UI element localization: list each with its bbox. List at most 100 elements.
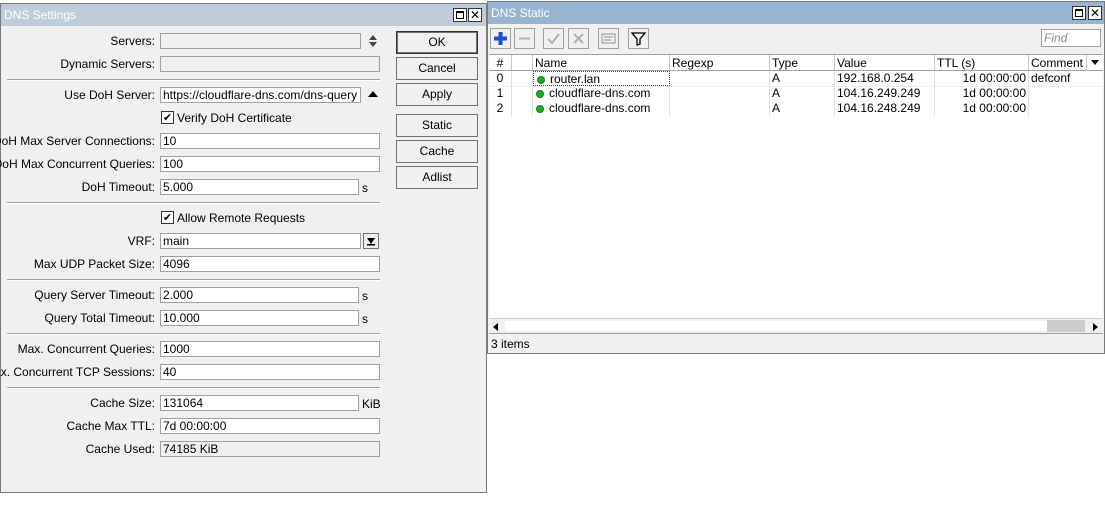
query-server-timeout-field[interactable]: 2.000 [160, 287, 359, 303]
enabled-status-icon [537, 76, 545, 84]
dropdown-arrow-icon[interactable] [363, 233, 379, 249]
dynamic-servers-label: Dynamic Servers: [60, 57, 155, 71]
row-number: 2 [489, 101, 512, 116]
maximize-icon[interactable] [453, 8, 467, 22]
max-concurrent-queries-label: Max. Concurrent Queries: [17, 342, 155, 356]
comment-icon[interactable] [598, 28, 619, 49]
doh-timeout-field[interactable]: 5.000 [160, 179, 359, 195]
scroll-right-icon[interactable] [1090, 321, 1100, 331]
doh-max-queries-field[interactable]: 100 [160, 156, 380, 172]
scroll-track[interactable] [505, 321, 1047, 331]
column-header-flags[interactable] [512, 55, 533, 71]
scroll-thumb[interactable] [1047, 320, 1085, 332]
row-value: 104.16.249.249 [835, 86, 935, 101]
table-row[interactable]: 0 router.lan A 192.168.0.254 1d 00:00:00… [489, 71, 1103, 87]
row-value: 192.168.0.254 [835, 71, 935, 86]
row-name: router.lan [533, 71, 670, 86]
doh-max-connections-label: DoH Max Server Connections: [0, 134, 155, 148]
ok-button[interactable]: OK [396, 31, 478, 54]
column-header-comment[interactable]: Comment [1029, 55, 1087, 71]
filter-icon[interactable] [628, 28, 649, 49]
horizontal-scrollbar[interactable] [489, 318, 1103, 333]
dns-settings-titlebar[interactable]: DNS Settings ✕ [1, 4, 486, 26]
dns-settings-window: DNS Settings ✕ Servers: Dynamic Servers:… [0, 3, 487, 493]
max-tcp-sessions-field[interactable]: 40 [160, 364, 380, 380]
close-icon[interactable]: ✕ [1088, 6, 1102, 20]
column-header-name[interactable]: Name [533, 55, 670, 71]
cache-button[interactable]: Cache [396, 140, 478, 163]
cancel-button[interactable]: Cancel [396, 57, 478, 80]
use-doh-field[interactable]: https://cloudflare-dns.com/dns-query [160, 87, 361, 103]
remove-icon[interactable] [514, 28, 535, 49]
row-number: 0 [489, 71, 512, 86]
separator [7, 202, 380, 204]
row-regexp [670, 71, 770, 86]
vrf-select[interactable]: main [160, 233, 361, 249]
max-tcp-sessions-label: Max. Concurrent TCP Sessions: [0, 365, 155, 379]
row-regexp [670, 101, 770, 116]
allow-remote-checkbox[interactable]: ✔ [161, 211, 174, 224]
cache-size-field[interactable]: 131064 [160, 395, 359, 411]
collapse-up-icon[interactable] [367, 87, 379, 103]
dns-static-title: DNS Static [491, 6, 550, 20]
separator [7, 279, 380, 281]
row-name: cloudflare-dns.com [533, 101, 670, 116]
dns-static-table: # Name Regexp Type Value TTL (s) Comment… [489, 54, 1103, 319]
doh-max-connections-field[interactable]: 10 [160, 133, 380, 149]
max-udp-field[interactable]: 4096 [160, 256, 380, 272]
query-total-timeout-field[interactable]: 10.000 [160, 310, 359, 326]
vrf-label: VRF: [127, 234, 155, 248]
servers-updown-icon[interactable] [367, 33, 379, 49]
table-row[interactable]: 1 cloudflare-dns.com A 104.16.249.249 1d… [489, 86, 1103, 101]
servers-field[interactable] [160, 33, 361, 49]
column-menu-icon[interactable] [1087, 55, 1103, 71]
enable-icon[interactable] [543, 28, 564, 49]
query-server-timeout-unit: s [362, 289, 368, 303]
query-total-timeout-unit: s [362, 312, 368, 326]
doh-max-queries-label: DoH Max Concurrent Queries: [0, 157, 155, 171]
max-concurrent-queries-field[interactable]: 1000 [160, 341, 380, 357]
row-type: A [770, 86, 835, 101]
column-header-ttl[interactable]: TTL (s) [935, 55, 1029, 71]
separator [7, 333, 380, 335]
find-input[interactable]: Find [1041, 29, 1101, 47]
row-type: A [770, 101, 835, 116]
column-header-value[interactable]: Value [835, 55, 935, 71]
row-ttl: 1d 00:00:00 [935, 101, 1029, 116]
doh-timeout-unit: s [362, 181, 368, 195]
verify-doh-checkbox[interactable]: ✔ [161, 111, 174, 124]
scroll-left-icon[interactable] [491, 321, 501, 331]
row-type: A [770, 71, 835, 86]
column-header-regexp[interactable]: Regexp [670, 55, 770, 71]
verify-doh-label: Verify DoH Certificate [177, 111, 292, 125]
enabled-status-icon [536, 105, 544, 113]
close-icon[interactable]: ✕ [468, 8, 482, 22]
column-header-type[interactable]: Type [770, 55, 835, 71]
separator [7, 387, 380, 389]
adlist-button[interactable]: Adlist [396, 166, 478, 189]
servers-label: Servers: [110, 34, 155, 48]
row-value: 104.16.248.249 [835, 101, 935, 116]
row-comment [1029, 101, 1103, 116]
use-doh-label: Use DoH Server: [64, 88, 155, 102]
dns-static-titlebar[interactable]: DNS Static ✕ [488, 2, 1104, 24]
column-header-number[interactable]: # [489, 55, 512, 71]
max-udp-label: Max UDP Packet Size: [33, 257, 155, 271]
row-name-text: cloudflare-dns.com [549, 86, 651, 100]
row-flags [512, 86, 533, 101]
allow-remote-label: Allow Remote Requests [177, 211, 306, 225]
add-icon[interactable] [490, 28, 511, 49]
row-name: cloudflare-dns.com [533, 86, 670, 101]
item-count: 3 items [491, 337, 530, 351]
disable-icon[interactable] [568, 28, 589, 49]
cache-size-unit: KiB [362, 397, 381, 411]
query-total-timeout-label: Query Total Timeout: [44, 311, 156, 325]
apply-button[interactable]: Apply [396, 83, 478, 106]
row-name-text: cloudflare-dns.com [549, 101, 651, 115]
dns-static-window: DNS Static ✕ Find # Name Regexp Type Val… [487, 1, 1105, 354]
table-row[interactable]: 2 cloudflare-dns.com A 104.16.248.249 1d… [489, 101, 1103, 116]
row-flags [512, 71, 533, 86]
maximize-icon[interactable] [1072, 6, 1086, 20]
cache-max-ttl-field[interactable]: 7d 00:00:00 [160, 418, 380, 434]
static-button[interactable]: Static [396, 114, 478, 137]
